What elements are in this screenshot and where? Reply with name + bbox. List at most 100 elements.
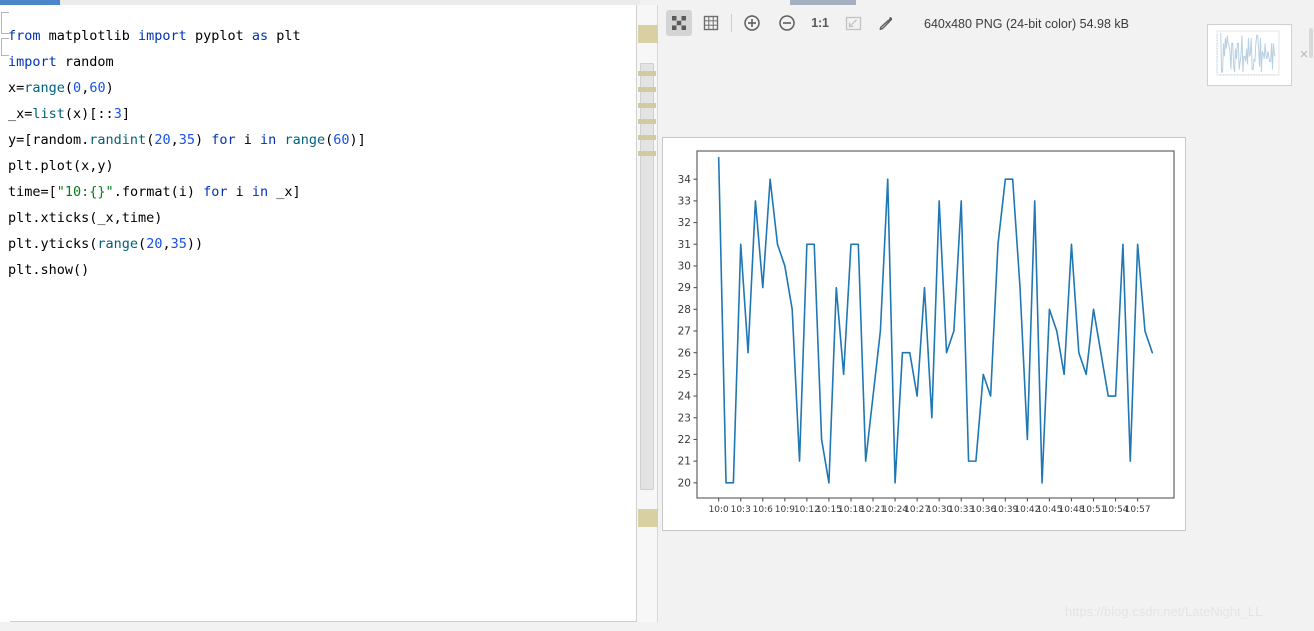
figure-background (663, 138, 1185, 530)
code-token: )] (349, 131, 366, 148)
code-token: 20 (154, 131, 171, 148)
toolbar-separator (731, 14, 732, 32)
y-tick-label: 26 (678, 347, 692, 359)
error-stripe-block[interactable] (638, 509, 658, 527)
code-token: for (211, 131, 244, 148)
code-token: x= (8, 79, 25, 96)
error-stripe-block[interactable] (638, 25, 658, 43)
code-token: import (138, 27, 195, 44)
source-code[interactable]: from matplotlib import pyplot as plt imp… (8, 23, 628, 283)
code-token: plt.yticks( (8, 235, 98, 252)
code-token: range (97, 235, 139, 252)
y-tick-label: 22 (678, 434, 691, 446)
code-token: matplotlib (48, 27, 139, 44)
error-stripe-marker[interactable] (638, 71, 656, 76)
zoom-out-icon[interactable] (774, 10, 800, 36)
code-token: 35 (178, 131, 195, 148)
code-token: 0 (73, 79, 82, 96)
code-token: in (260, 131, 285, 148)
code-token: random (64, 53, 114, 70)
code-token: plt.plot(x,y) (8, 157, 114, 174)
fit-to-window-icon[interactable] (840, 10, 866, 36)
code-token: )) (186, 235, 204, 252)
transparency-grid-glyph (672, 16, 686, 30)
fit-to-window-glyph (845, 16, 861, 30)
y-tick-label: 28 (678, 304, 691, 316)
actual-size-label: 1:1 (811, 16, 829, 30)
code-token: pyplot (194, 27, 252, 44)
y-tick-label: 23 (678, 412, 691, 424)
code-token: ) (105, 79, 114, 96)
code-token: time=[ (8, 183, 57, 200)
code-editor-pane: from matplotlib import pyplot as plt imp… (0, 0, 658, 631)
y-tick-label: 30 (678, 261, 691, 273)
image-canvas[interactable]: 20 21 22 23 24 25 26 27 28 29 30 31 32 33 34 10:0 10:3 1… (662, 137, 1186, 531)
code-token: (x)[:: (64, 105, 114, 122)
y-tick-label: 31 (678, 239, 691, 251)
code-token: in (251, 183, 277, 200)
thumbnail-strip-scrollbar[interactable] (1309, 28, 1313, 58)
watermark-text: https://blog.csdn.net/LateNight_LL (1065, 604, 1263, 619)
code-token: ) (195, 131, 212, 148)
app-window: from matplotlib import pyplot as plt imp… (0, 0, 1314, 631)
y-tick-label: 32 (678, 217, 691, 229)
color-picker-icon[interactable] (872, 10, 898, 36)
error-stripe-marker[interactable] (638, 151, 656, 156)
error-stripe-marker[interactable] (638, 87, 656, 92)
code-token: range (284, 131, 326, 148)
error-stripe-marker[interactable] (638, 119, 656, 124)
code-token: "10:{}" (56, 183, 114, 200)
code-token: import (8, 53, 65, 70)
y-tick-label: 34 (678, 174, 692, 186)
grid-glyph (703, 15, 719, 31)
transparency-grid-icon[interactable] (666, 10, 692, 36)
code-token: 3 (113, 105, 122, 122)
y-tick-label: 33 (678, 195, 691, 207)
viewer-active-tab-indicator[interactable] (790, 0, 856, 5)
x-tick-label: 10:3 (731, 505, 751, 515)
x-tick-label: 10:57 (1125, 505, 1151, 515)
code-token: ( (325, 131, 334, 148)
code-token: .format(i) (113, 183, 204, 200)
code-token: as (251, 27, 277, 44)
zoom-out-glyph (779, 15, 795, 31)
thumbnail-preview[interactable] (1207, 24, 1292, 86)
x-tick-label: 10:9 (775, 505, 795, 515)
code-token: list (32, 105, 65, 122)
x-tick-label: 10:6 (753, 505, 773, 515)
actual-size-icon[interactable]: 1:1 (806, 10, 834, 36)
code-token: range (24, 79, 65, 96)
y-tick-label: 21 (678, 456, 691, 468)
error-stripe-marker[interactable] (638, 103, 656, 108)
code-token: randint (89, 131, 147, 148)
x-tick-label: 10:0 (709, 505, 729, 515)
error-stripe-marker[interactable] (638, 135, 656, 140)
zoom-in-glyph (744, 15, 760, 31)
y-tick-label: 25 (678, 369, 691, 381)
code-token: _x] (276, 183, 301, 200)
code-token: ] (121, 105, 130, 122)
code-token: 35 (170, 235, 187, 252)
code-token: for (203, 183, 236, 200)
code-token: i (235, 183, 252, 200)
code-token: ( (64, 79, 74, 96)
eyedropper-glyph (879, 16, 892, 30)
editor-scrollbar-thumb[interactable] (640, 63, 654, 490)
code-token: _x= (8, 105, 33, 122)
zoom-in-icon[interactable] (739, 10, 765, 36)
code-token: plt (276, 27, 301, 44)
code-token: 20 (146, 235, 163, 252)
code-token: , (162, 235, 171, 252)
code-token: , (170, 131, 179, 148)
code-token: ( (138, 235, 147, 252)
grid-icon[interactable] (698, 10, 724, 36)
code-token: 60 (333, 131, 350, 148)
matplotlib-figure: 202122232425262728293031323334 10:0 10:3 1… (663, 138, 1185, 530)
thumbnail-plot-preview (1208, 25, 1291, 85)
y-tick-label: 27 (678, 326, 691, 338)
y-tick-label: 29 (678, 282, 691, 294)
code-token: 60 (89, 79, 106, 96)
code-token: i (243, 131, 261, 148)
code-token: from (8, 27, 49, 44)
y-tick-label: 24 (678, 391, 692, 403)
